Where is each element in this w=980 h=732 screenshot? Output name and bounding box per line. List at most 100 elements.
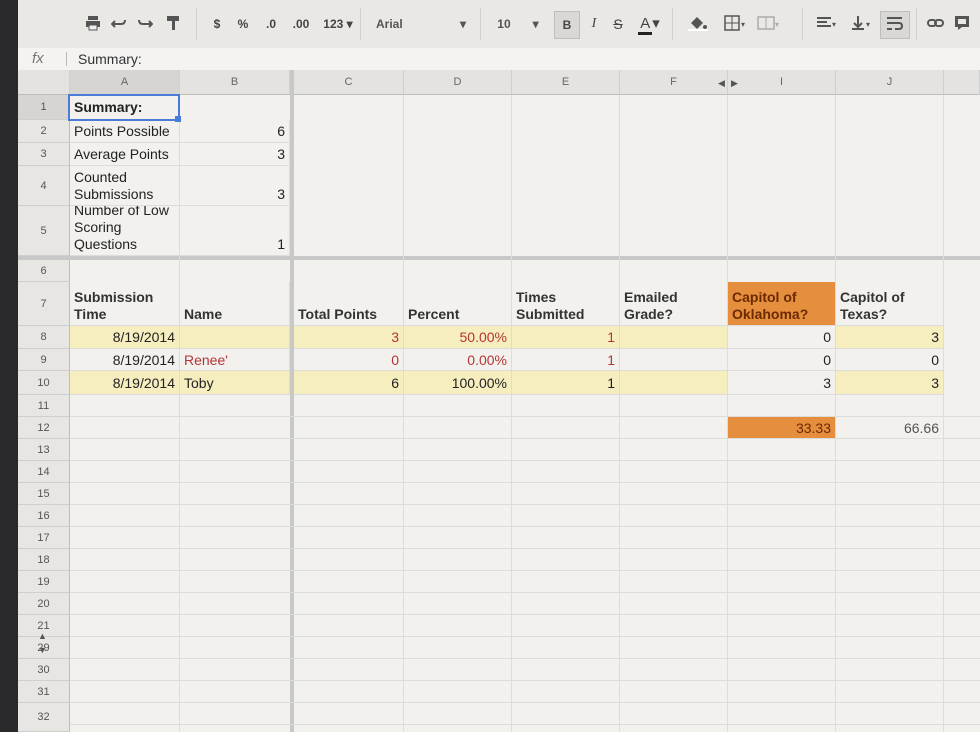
decrease-decimals-button[interactable]: .0 xyxy=(258,11,284,37)
row-header-17[interactable]: 17 xyxy=(18,527,70,549)
header-times-submitted[interactable]: Times Submitted xyxy=(512,282,620,326)
cell-b5-low-scoring[interactable]: 1 xyxy=(180,206,290,256)
row-header-32[interactable]: 32 xyxy=(18,703,70,732)
table-row-10-name[interactable]: Toby xyxy=(180,371,290,395)
row-header-18[interactable]: 18 xyxy=(18,549,70,571)
table-row-8-time[interactable]: 8/19/2014 xyxy=(70,326,180,349)
header-submission-time[interactable]: Submission Time xyxy=(70,282,180,326)
cell-b3-average-points[interactable]: 3 xyxy=(180,143,290,166)
column-header-e[interactable]: E xyxy=(512,70,620,95)
column-header-k[interactable] xyxy=(944,70,980,95)
table-row-9-emailed[interactable] xyxy=(620,349,728,371)
borders-icon[interactable]: ▾ xyxy=(720,11,750,37)
print-icon[interactable] xyxy=(82,11,104,37)
table-row-8-name[interactable] xyxy=(180,326,290,349)
table-row-8-texas[interactable]: 3 xyxy=(836,326,944,349)
hidden-rows-down-arrow-icon[interactable]: ▼ xyxy=(38,645,47,655)
text-color-button[interactable]: A ▾ xyxy=(632,11,666,37)
paint-format-icon[interactable] xyxy=(162,11,184,37)
font-family-select[interactable]: Arial ▾ xyxy=(364,11,486,37)
vertical-align-icon[interactable]: ▾ xyxy=(846,11,876,37)
row-header-3[interactable]: 3 xyxy=(18,143,70,166)
row-header-2[interactable]: 2 xyxy=(18,120,70,143)
row-header-19[interactable]: 19 xyxy=(18,571,70,593)
table-row-9-total[interactable]: 0 xyxy=(294,349,404,371)
table-row-9-percent[interactable]: 0.00% xyxy=(404,349,512,371)
column-header-a[interactable]: A xyxy=(70,70,180,95)
row-header-16[interactable]: 16 xyxy=(18,505,70,527)
hidden-columns-left-arrow-icon[interactable]: ◀ xyxy=(718,78,725,89)
header-capitol-of-oklahoma[interactable]: Capitol of Oklahoma? xyxy=(728,282,836,326)
header-capitol-of-texas[interactable]: Capitol of Texas? xyxy=(836,282,944,326)
cell-a2-points-possible-label[interactable]: Points Possible xyxy=(70,120,180,143)
row-header-31[interactable]: 31 xyxy=(18,681,70,703)
frozen-rows-divider[interactable] xyxy=(18,256,980,260)
insert-comment-icon[interactable] xyxy=(950,11,974,37)
header-percent[interactable]: Percent xyxy=(404,282,512,326)
row-header-14[interactable]: 14 xyxy=(18,461,70,483)
table-row-8-oklahoma[interactable]: 0 xyxy=(728,326,836,349)
header-name[interactable]: Name xyxy=(180,282,290,326)
percent-format-button[interactable]: % xyxy=(232,11,254,37)
more-formats-button[interactable]: 123 ▾ xyxy=(318,11,358,37)
column-header-d[interactable]: D xyxy=(404,70,512,95)
table-row-8-total[interactable]: 3 xyxy=(294,326,404,349)
row-header-7[interactable]: 7 xyxy=(18,282,70,326)
row-header-13[interactable]: 13 xyxy=(18,439,70,461)
currency-format-button[interactable]: $ xyxy=(206,11,228,37)
table-row-9-oklahoma[interactable]: 0 xyxy=(728,349,836,371)
undo-icon[interactable] xyxy=(108,11,130,37)
wrap-text-icon[interactable] xyxy=(880,11,910,39)
fill-handle[interactable] xyxy=(175,116,181,122)
table-row-8-emailed[interactable] xyxy=(620,326,728,349)
table-row-8-times[interactable]: 1 xyxy=(512,326,620,349)
row-header-20[interactable]: 20 xyxy=(18,593,70,615)
font-size-select[interactable]: 10 ▾ xyxy=(488,11,548,37)
table-row-9-times[interactable]: 1 xyxy=(512,349,620,371)
horizontal-align-icon[interactable]: ▾ xyxy=(812,11,842,37)
table-row-8-percent[interactable]: 50.00% xyxy=(404,326,512,349)
row-header-12[interactable]: 12 xyxy=(18,417,70,439)
redo-icon[interactable] xyxy=(134,11,156,37)
row-header-11[interactable]: 11 xyxy=(18,395,70,417)
cell-a3-average-points-label[interactable]: Average Points xyxy=(70,143,180,166)
texas-correct-percent[interactable]: 66.66 xyxy=(836,417,944,439)
italic-button[interactable]: I xyxy=(584,11,604,37)
row-header-30[interactable]: 30 xyxy=(18,659,70,681)
row-header-6[interactable]: 6 xyxy=(18,260,70,282)
insert-link-icon[interactable] xyxy=(924,11,948,37)
increase-decimals-button[interactable]: .00 xyxy=(286,11,316,37)
row-header-15[interactable]: 15 xyxy=(18,483,70,505)
hidden-columns-right-arrow-icon[interactable]: ▶ xyxy=(731,78,738,89)
cell-b4-counted-submissions[interactable]: 3 xyxy=(180,166,290,206)
bold-button[interactable]: B xyxy=(554,11,580,39)
header-emailed-grade[interactable]: Emailed Grade? xyxy=(620,282,728,326)
table-row-10-oklahoma[interactable]: 3 xyxy=(728,371,836,395)
cell-a1-summary-title[interactable]: Summary: xyxy=(70,95,180,120)
row-header-9[interactable]: 9 xyxy=(18,349,70,371)
table-row-10-percent[interactable]: 100.00% xyxy=(404,371,512,395)
strikethrough-button[interactable]: S xyxy=(608,11,628,37)
fill-color-button[interactable] xyxy=(682,11,716,37)
column-header-i[interactable]: I xyxy=(728,70,836,95)
table-row-10-emailed[interactable] xyxy=(620,371,728,395)
table-row-9-texas[interactable]: 0 xyxy=(836,349,944,371)
column-header-f[interactable]: F xyxy=(620,70,728,95)
column-header-c[interactable]: C xyxy=(294,70,404,95)
cell-a4-counted-submissions-label[interactable]: Counted Submissions xyxy=(70,166,180,206)
table-row-10-total[interactable]: 6 xyxy=(294,371,404,395)
row-header-10[interactable]: 10 xyxy=(18,371,70,395)
row-header-4[interactable]: 4 xyxy=(18,166,70,206)
cell-a5-low-scoring-label[interactable]: Number of Low Scoring Questions xyxy=(70,206,180,256)
column-header-b[interactable]: B xyxy=(180,70,290,95)
table-row-9-name[interactable]: Renee' xyxy=(180,349,290,371)
hidden-rows-up-arrow-icon[interactable]: ▲ xyxy=(38,631,47,641)
row-header-8[interactable]: 8 xyxy=(18,326,70,349)
select-all-corner[interactable] xyxy=(18,70,70,95)
merge-cells-icon[interactable]: ▾ xyxy=(752,11,786,37)
table-row-9-time[interactable]: 8/19/2014 xyxy=(70,349,180,371)
table-row-10-times[interactable]: 1 xyxy=(512,371,620,395)
cell-b2-points-possible[interactable]: 6 xyxy=(180,120,290,143)
table-row-10-time[interactable]: 8/19/2014 xyxy=(70,371,180,395)
header-total-points[interactable]: Total Points xyxy=(294,282,404,326)
